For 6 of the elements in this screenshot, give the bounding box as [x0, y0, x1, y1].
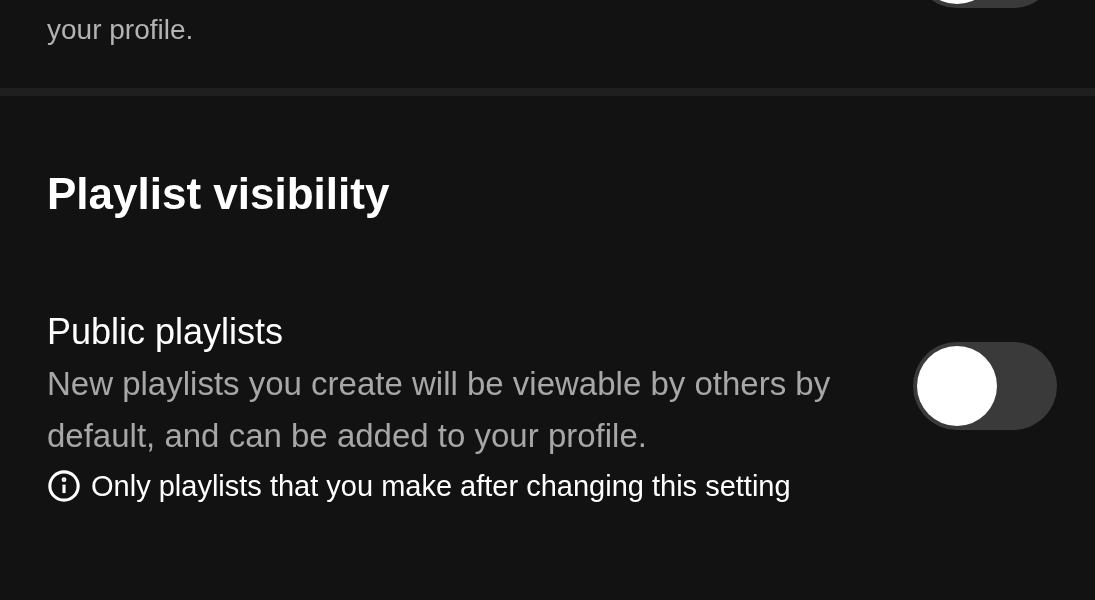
setting-description: your profile.: [47, 13, 194, 47]
info-icon: [47, 469, 81, 503]
setting-label: Public playlists: [47, 310, 285, 354]
info-note: Only playlists that you make after changing this setting: [91, 469, 791, 504]
section-heading: Playlist visibility: [47, 168, 391, 220]
setting-description: New playlists you create will be viewable by others by default, and can be added to your profile.: [47, 364, 832, 456]
